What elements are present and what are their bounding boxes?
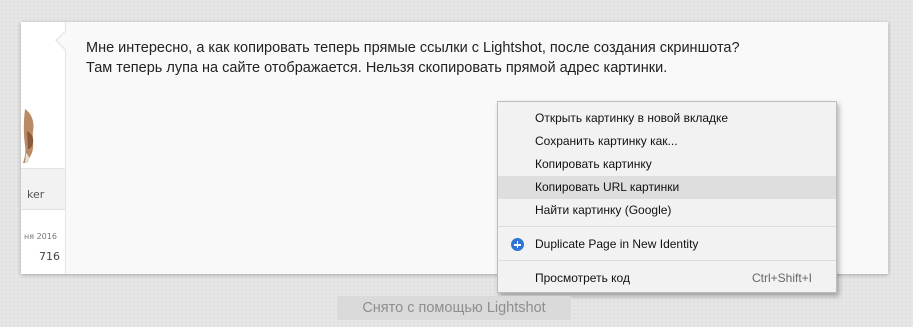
menu-shortcut: Ctrl+Shift+I <box>751 271 812 285</box>
post-count: 716 <box>39 250 60 263</box>
menu-item-label: Открыть картинку в новой вкладке <box>535 111 729 125</box>
menu-open-image-new-tab[interactable]: Открыть картинку в новой вкладке <box>498 107 836 130</box>
menu-item-label: Копировать картинку <box>535 157 652 171</box>
avatar <box>23 109 34 163</box>
context-menu: Открыть картинку в новой вкладке Сохрани… <box>497 101 837 293</box>
menu-copy-image[interactable]: Копировать картинку <box>498 153 836 176</box>
post-line: Там теперь лупа на сайте отображается. Н… <box>86 60 668 76</box>
join-date: ня 2016 <box>24 232 57 241</box>
menu-item-label: Duplicate Page in New Identity <box>535 237 699 251</box>
username[interactable]: ker <box>27 188 44 201</box>
menu-item-label: Просмотреть код <box>535 271 630 285</box>
menu-item-label: Найти картинку (Google) <box>535 203 672 217</box>
menu-item-label: Копировать URL картинки <box>535 180 680 194</box>
menu-search-image-google[interactable]: Найти картинку (Google) <box>498 199 836 222</box>
lightshot-watermark: Снято с помощью Lightshot <box>337 296 571 320</box>
menu-save-image-as[interactable]: Сохранить картинку как... <box>498 130 836 153</box>
menu-duplicate-page[interactable]: Duplicate Page in New Identity <box>498 233 836 256</box>
post-text: Мне интересно, а как копировать теперь п… <box>86 38 876 78</box>
menu-copy-image-url[interactable]: Копировать URL картинки <box>498 176 836 199</box>
post-line: Мне интересно, а как копировать теперь п… <box>86 40 740 56</box>
menu-separator <box>498 260 836 261</box>
user-sidebar: ker ня 2016 716 <box>21 22 66 274</box>
menu-inspect[interactable]: Просмотреть код Ctrl+Shift+I <box>498 267 836 290</box>
plus-circle-icon <box>511 238 524 251</box>
menu-separator <box>498 226 836 227</box>
menu-item-label: Сохранить картинку как... <box>535 134 678 148</box>
